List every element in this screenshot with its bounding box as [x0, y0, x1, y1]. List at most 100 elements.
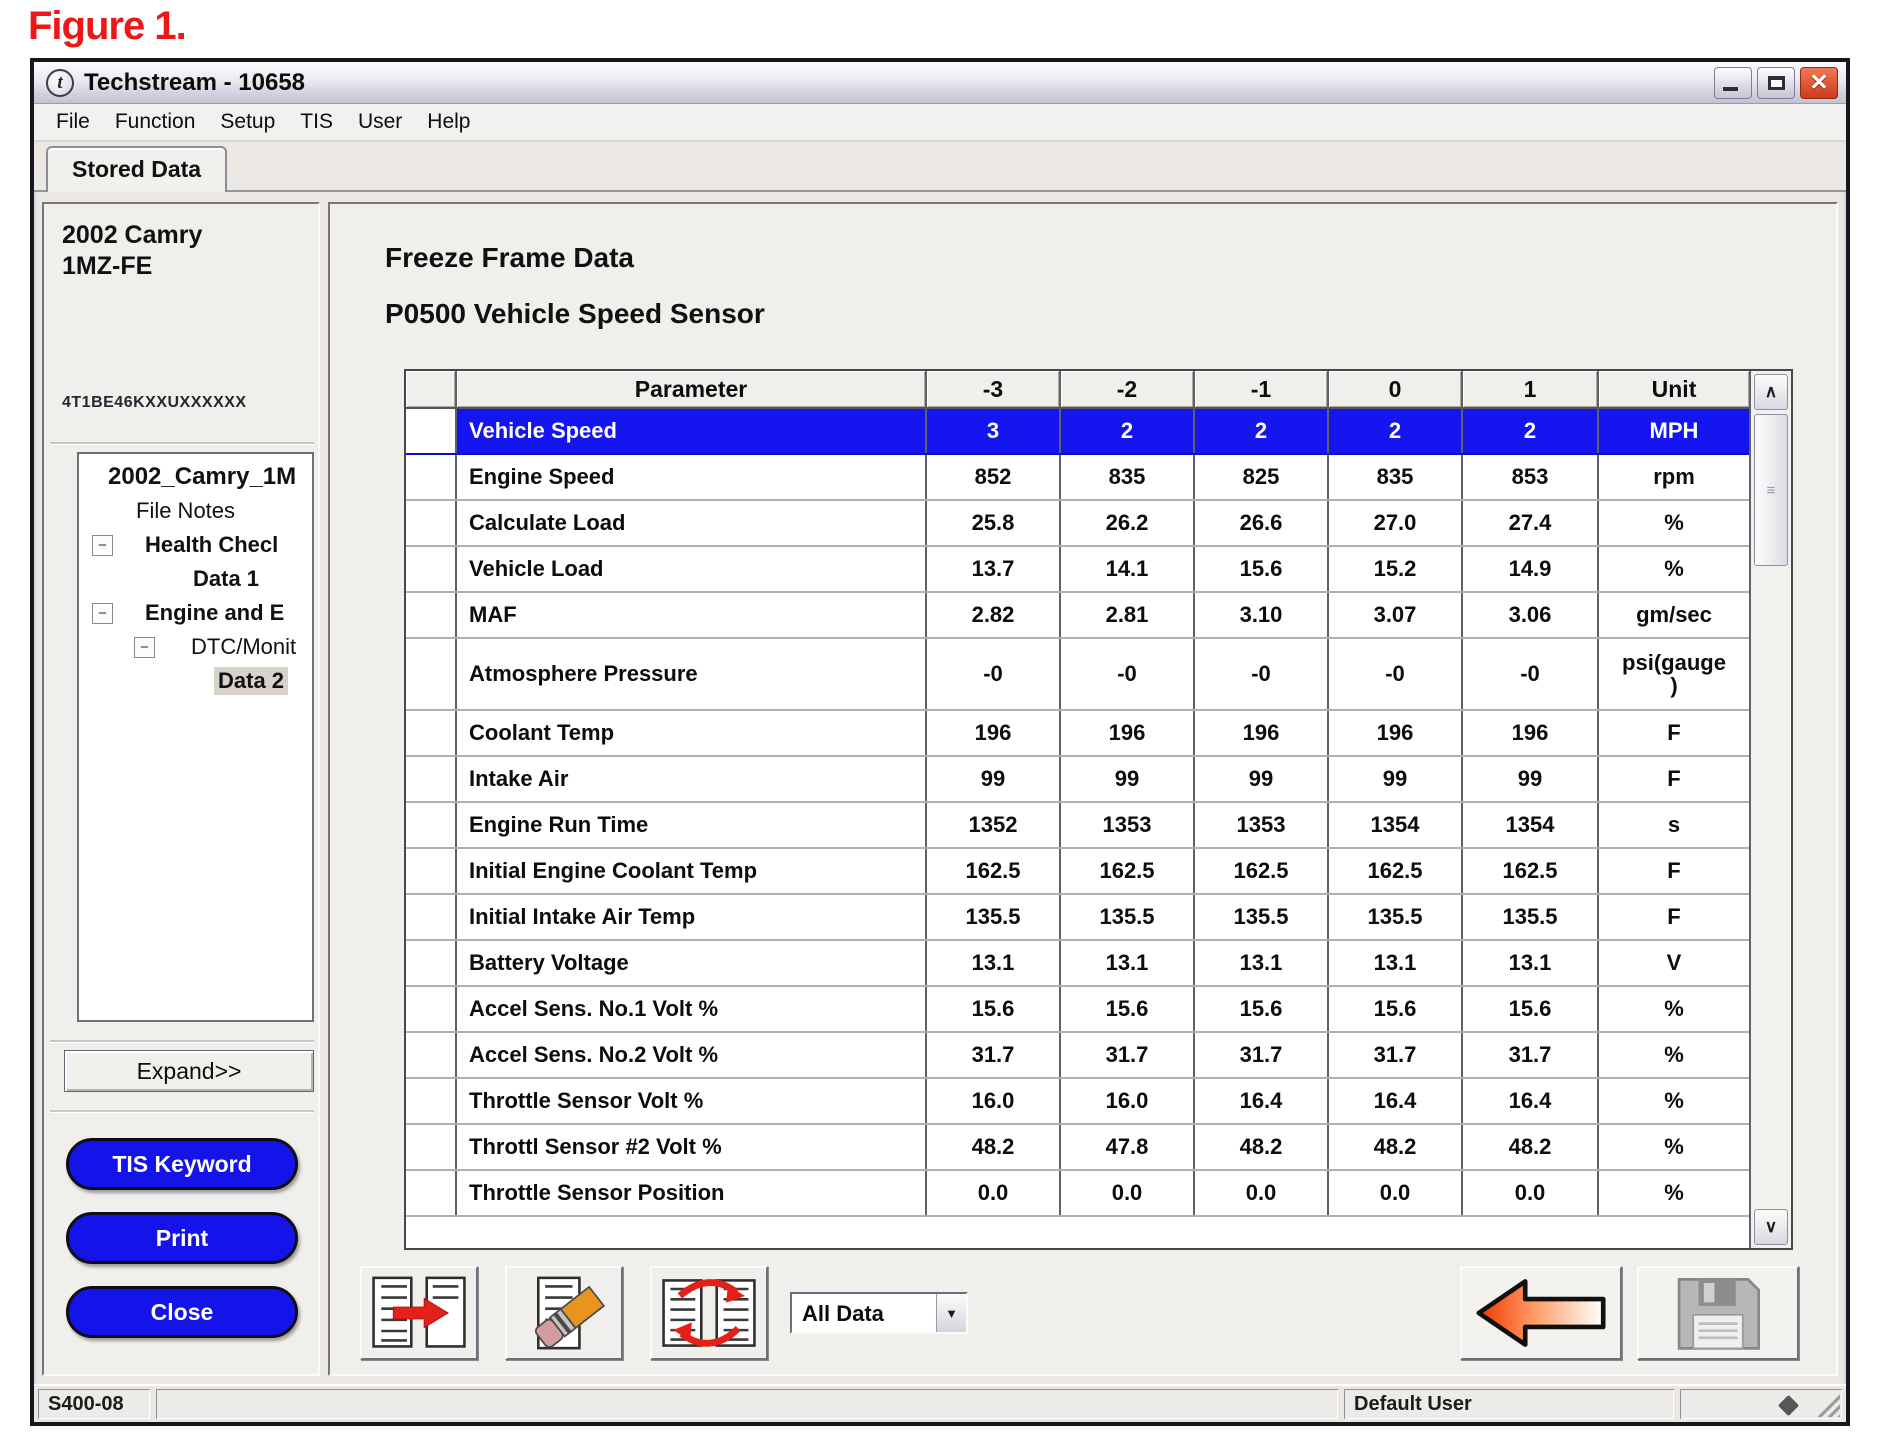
- unit-cell: %: [1598, 500, 1749, 546]
- collapse-toggle-icon[interactable]: −: [134, 637, 155, 658]
- status-bar: S400-08 Default User: [34, 1384, 1846, 1422]
- swap-data-button[interactable]: [650, 1266, 768, 1360]
- tree-item[interactable]: Data 2: [79, 664, 312, 698]
- table-row[interactable]: Accel Sens. No.2 Volt %31.731.731.731.73…: [406, 1032, 1749, 1078]
- engine-code: 1MZ-FE: [62, 251, 318, 282]
- value-cell: 13.1: [1328, 940, 1462, 986]
- value-cell: -0: [926, 638, 1060, 710]
- tree-item-label: 2002_Camry_1M: [104, 462, 300, 492]
- table-row[interactable]: Engine Run Time13521353135313541354s: [406, 802, 1749, 848]
- table-row[interactable]: Accel Sens. No.1 Volt %15.615.615.615.61…: [406, 986, 1749, 1032]
- resize-grip[interactable]: [1816, 1393, 1840, 1417]
- value-cell: 48.2: [926, 1124, 1060, 1170]
- table-row[interactable]: Initial Intake Air Temp135.5135.5135.513…: [406, 894, 1749, 940]
- column-header-unit[interactable]: Unit: [1598, 371, 1749, 408]
- dtc-subtitle: P0500 Vehicle Speed Sensor: [385, 298, 765, 330]
- table-row[interactable]: Calculate Load25.826.226.627.027.4%: [406, 500, 1749, 546]
- table-row[interactable]: Engine Speed852835825835853rpm: [406, 454, 1749, 500]
- value-cell: 135.5: [1194, 894, 1328, 940]
- back-button[interactable]: [1460, 1266, 1622, 1360]
- collapse-toggle-icon[interactable]: −: [92, 535, 113, 556]
- scrollbar-thumb[interactable]: ≡: [1754, 414, 1788, 566]
- collapse-toggle-icon[interactable]: −: [92, 603, 113, 624]
- value-cell: 14.9: [1462, 546, 1598, 592]
- row-selector-cell: [406, 500, 456, 546]
- maximize-button[interactable]: [1757, 67, 1795, 99]
- close-icon: ✕: [1809, 71, 1828, 94]
- table-row[interactable]: Initial Engine Coolant Temp162.5162.5162…: [406, 848, 1749, 894]
- column-header-0[interactable]: 0: [1328, 371, 1462, 408]
- tree-item[interactable]: − Health Checl: [79, 528, 312, 562]
- row-selector-cell: [406, 894, 456, 940]
- scroll-down-button[interactable]: ∨: [1754, 1209, 1788, 1245]
- tree-item-label: Data 2: [214, 667, 288, 695]
- menu-item-setup[interactable]: Setup: [216, 108, 279, 136]
- freeze-frame-table: Parameter-3-2-101Unit Vehicle Speed32222…: [406, 371, 1749, 1217]
- window-title: Techstream - 10658: [84, 69, 1709, 97]
- data-filter-dropdown[interactable]: All Data ▼: [790, 1292, 968, 1334]
- row-selector-cell: [406, 546, 456, 592]
- row-selector-cell: [406, 408, 456, 454]
- save-disk-icon: [1672, 1272, 1764, 1354]
- value-cell: 135.5: [1060, 894, 1194, 940]
- tis-keyword-button[interactable]: TIS Keyword: [66, 1138, 298, 1190]
- table-row[interactable]: Vehicle Speed32222MPH: [406, 408, 1749, 454]
- value-cell: 0.0: [1462, 1170, 1598, 1216]
- tree-item[interactable]: −Engine and E: [79, 596, 312, 630]
- save-button[interactable]: [1637, 1266, 1799, 1360]
- table-row[interactable]: Battery Voltage13.113.113.113.113.1V: [406, 940, 1749, 986]
- table-scrollbar[interactable]: ∧ ≡ ∨: [1749, 371, 1791, 1248]
- erase-data-button[interactable]: [505, 1266, 623, 1360]
- column-header--1[interactable]: -1: [1194, 371, 1328, 408]
- sidebar-divider: [50, 1040, 314, 1042]
- value-cell: 196: [1060, 710, 1194, 756]
- close-session-button[interactable]: Close: [66, 1286, 298, 1338]
- value-cell: 26.2: [1060, 500, 1194, 546]
- table-row[interactable]: Throttle Sensor Volt %16.016.016.416.416…: [406, 1078, 1749, 1124]
- freeze-frame-grid: Parameter-3-2-101Unit Vehicle Speed32222…: [404, 369, 1793, 1250]
- column-header--2[interactable]: -2: [1060, 371, 1194, 408]
- minimize-icon: [1723, 87, 1738, 91]
- value-cell: 16.4: [1194, 1078, 1328, 1124]
- tree-item[interactable]: File Notes: [79, 494, 312, 528]
- parameter-cell: MAF: [456, 592, 926, 638]
- print-button[interactable]: Print: [66, 1212, 298, 1264]
- table-row[interactable]: Coolant Temp196196196196196F: [406, 710, 1749, 756]
- unit-cell: gm/sec: [1598, 592, 1749, 638]
- column-header--3[interactable]: -3: [926, 371, 1060, 408]
- menu-item-user[interactable]: User: [354, 108, 406, 136]
- tab-stored-data[interactable]: Stored Data: [46, 146, 227, 192]
- menu-item-help[interactable]: Help: [423, 108, 474, 136]
- table-row[interactable]: Intake Air9999999999F: [406, 756, 1749, 802]
- scroll-up-button[interactable]: ∧: [1754, 374, 1788, 410]
- menu-item-function[interactable]: Function: [111, 108, 200, 136]
- copy-data-button[interactable]: [360, 1266, 478, 1360]
- table-row[interactable]: Throttle Sensor Position0.00.00.00.00.0%: [406, 1170, 1749, 1216]
- unit-cell: %: [1598, 546, 1749, 592]
- minimize-button[interactable]: [1714, 67, 1752, 99]
- connection-indicator-icon: [1778, 1395, 1799, 1416]
- table-row[interactable]: MAF2.822.813.103.073.06gm/sec: [406, 592, 1749, 638]
- value-cell: 15.6: [1462, 986, 1598, 1032]
- table-row[interactable]: Atmosphere Pressure-0-0-0-0-0psi(gauge ): [406, 638, 1749, 710]
- dropdown-arrow-button[interactable]: ▼: [936, 1294, 966, 1332]
- menu-item-tis[interactable]: TIS: [296, 108, 337, 136]
- techstream-window: t Techstream - 10658 ✕ FileFunctionSetup…: [30, 58, 1850, 1426]
- sidebar: 2002 Camry 1MZ-FE 4T1BE46KXXUXXXXXX 2002…: [42, 202, 320, 1376]
- tree-item[interactable]: Data 1: [79, 562, 312, 596]
- expand-button[interactable]: Expand>>: [64, 1050, 314, 1092]
- menu-item-file[interactable]: File: [52, 108, 94, 136]
- unit-cell: %: [1598, 1170, 1749, 1216]
- column-header-parameter[interactable]: Parameter: [456, 371, 926, 408]
- table-row[interactable]: Throttl Sensor #2 Volt %48.247.848.248.2…: [406, 1124, 1749, 1170]
- tree-item[interactable]: −DTC/Monit: [79, 630, 312, 664]
- value-cell: 2: [1194, 408, 1328, 454]
- column-header-1[interactable]: 1: [1462, 371, 1598, 408]
- table-row[interactable]: Vehicle Load13.714.115.615.214.9%: [406, 546, 1749, 592]
- tree-item-label: Health Checl: [141, 531, 282, 559]
- value-cell: 1354: [1462, 802, 1598, 848]
- value-cell: 852: [926, 454, 1060, 500]
- tree-item[interactable]: 2002_Camry_1M: [79, 460, 312, 494]
- close-button[interactable]: ✕: [1800, 67, 1838, 99]
- row-selector-cell: [406, 454, 456, 500]
